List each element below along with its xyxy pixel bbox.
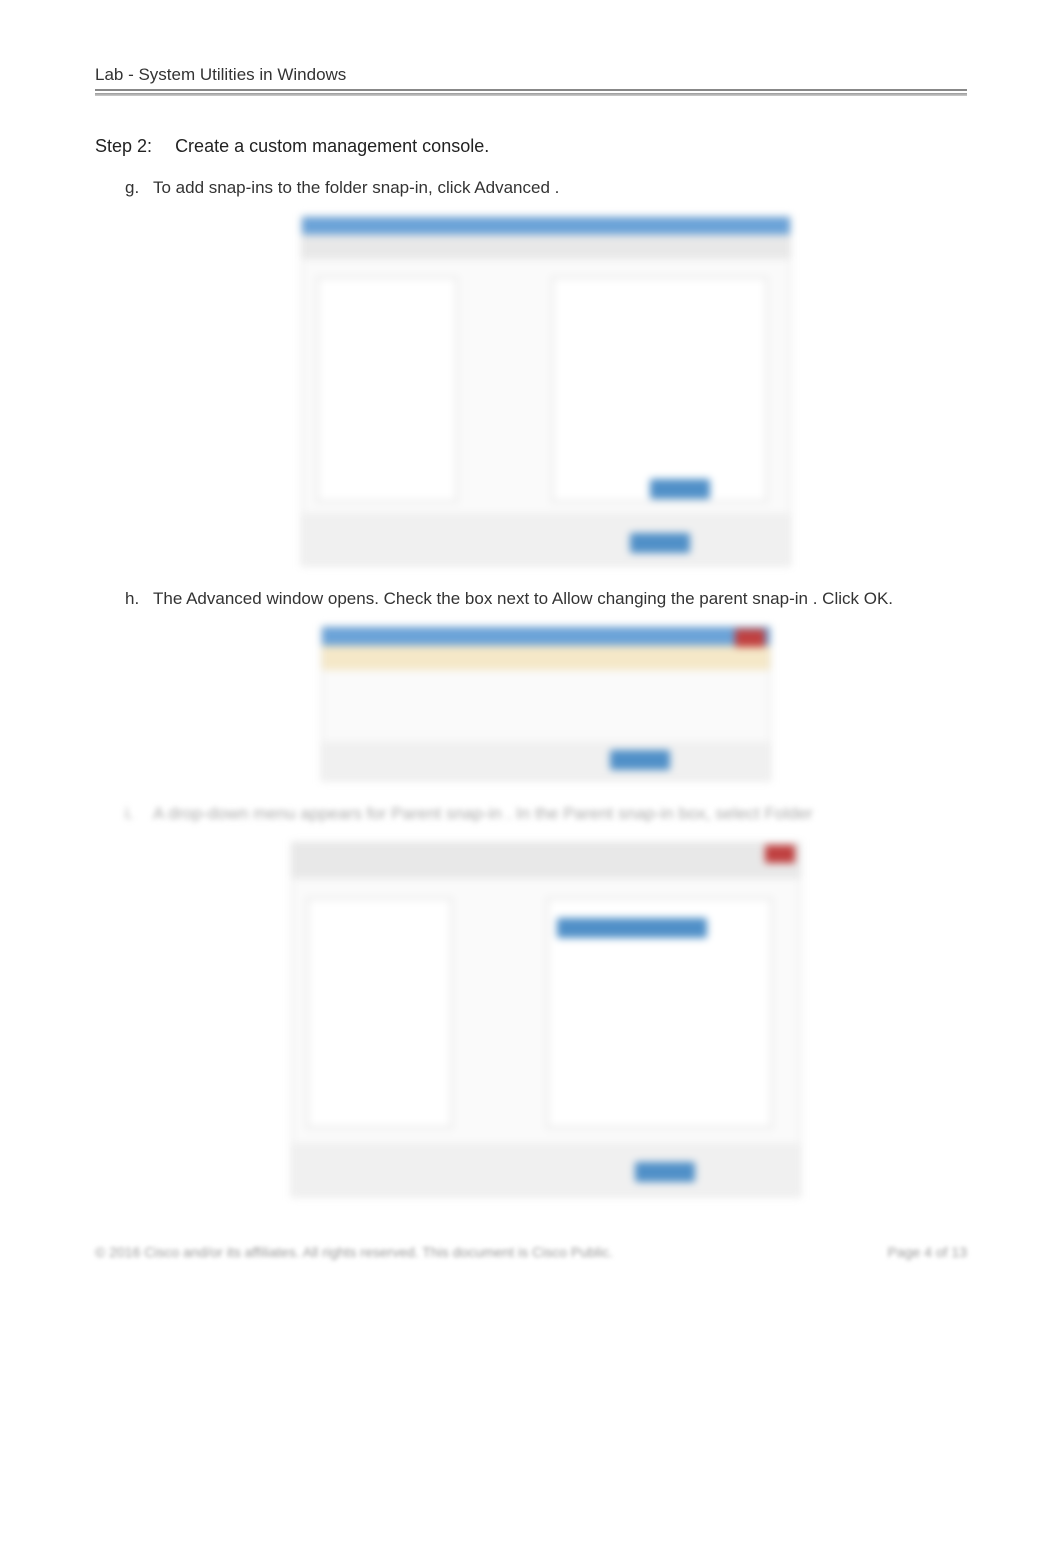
step-h-allow-changing: Allow changing the parent snap-in [552,589,808,608]
step-h-advanced: Advanced [186,589,262,608]
footer-copyright: © 2016 Cisco and/or its affiliates. All … [95,1244,613,1260]
step-i-text-1: A drop-down menu appears for [153,804,386,823]
step-g-text-3: . [555,178,560,197]
step-title: Create a custom management console. [175,136,489,156]
step-i-text-3: . In the [506,804,558,823]
step-h-text-1: The [153,589,186,608]
screenshot-1 [301,216,791,566]
step-item-h: h. The Advanced window opens. Check the … [125,586,967,612]
step-letter-h: h. [125,586,139,612]
page-header-title: Lab - System Utilities in Windows [95,65,967,91]
step-h-text-4: box next to [465,589,552,608]
screenshot-3 [291,842,801,1197]
header-divider [95,93,967,96]
step-i-text-4: Parent snap-in [563,804,674,823]
step-letter-g: g. [125,175,139,201]
step-g-text-1: To add snap-ins to the folder snap-in, c… [153,178,474,197]
step-item-i: i. A drop-down menu appears for Parent s… [125,801,967,827]
step-heading: Step 2: Create a custom management conso… [95,136,967,157]
page-footer: © 2016 Cisco and/or its affiliates. All … [95,1244,967,1260]
step-h-text-6: . Click OK. [813,589,893,608]
step-g-advanced: Advanced [474,178,550,197]
step-item-g: g. To add snap-ins to the folder snap-in… [125,175,967,201]
step-i-text-5: box, select [679,804,760,823]
step-i-text-6: Folder [765,804,813,823]
step-label: Step 2: [95,136,152,157]
step-list: g. To add snap-ins to the folder snap-in… [95,175,967,1197]
step-i-text-2: Parent snap-in [391,804,502,823]
footer-page-number: Page 4 of 13 [888,1244,967,1260]
step-h-text-3: window opens. Check the [266,589,464,608]
step-letter-i: i. [125,801,134,827]
screenshot-2 [321,626,771,781]
document-page: Lab - System Utilities in Windows Step 2… [0,0,1062,1300]
